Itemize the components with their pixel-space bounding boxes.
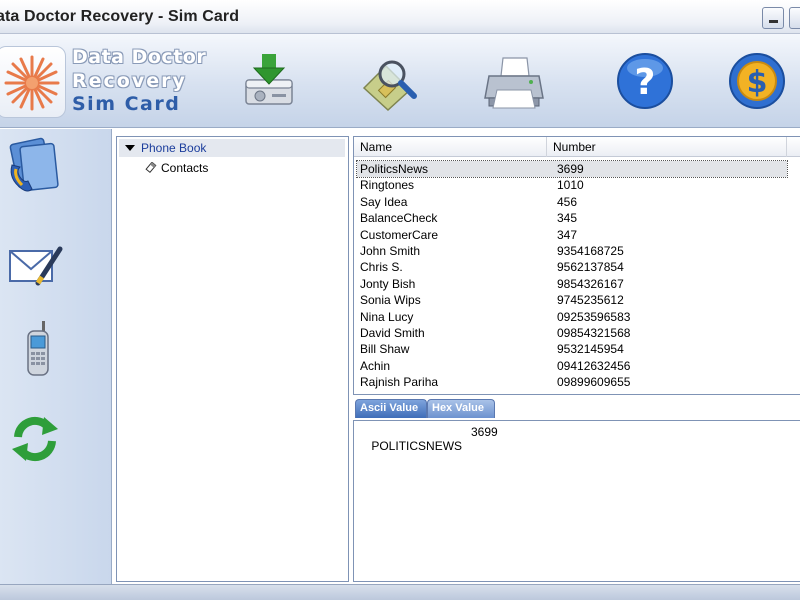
cell-number: 09253596583 xyxy=(557,309,631,324)
refresh-icon[interactable] xyxy=(4,407,66,469)
cell-number: 09412632456 xyxy=(557,358,631,373)
contacts-list: Name Number PoliticsNews 3699 Ringtones 101… xyxy=(353,136,800,395)
tab-ascii-value[interactable]: Ascii Value xyxy=(355,399,427,418)
table-row[interactable]: Chris S. 9562137854 xyxy=(357,259,787,275)
cell-name: Jonty Bish xyxy=(360,276,416,291)
table-row[interactable]: Jonty Bish 9854326167 xyxy=(357,276,787,292)
left-icon-bar xyxy=(0,129,112,584)
cell-name: David Smith xyxy=(360,326,425,340)
status-bar xyxy=(0,584,800,600)
cell-number: 09899609655 xyxy=(557,375,631,390)
app-logo-text: Data Doctor Recovery Sim Card xyxy=(72,48,206,114)
maximize-button[interactable] xyxy=(789,7,800,29)
buy-icon[interactable]: $ xyxy=(726,50,788,112)
cell-name: Ringtones xyxy=(360,178,415,193)
cell-name: Say Idea xyxy=(360,194,408,209)
cell-number: 9745235612 xyxy=(557,293,624,308)
expand-caret-icon[interactable] xyxy=(125,145,135,152)
tree-node-label: Contacts xyxy=(161,161,209,175)
window-title: ata Doctor Recovery - Sim Card xyxy=(0,8,240,25)
table-row[interactable]: David Smith 09854321568 xyxy=(357,325,787,341)
cell-number: 9532145954 xyxy=(557,342,624,357)
cell-name: CustomerCare xyxy=(360,227,439,242)
title-bar: ata Doctor Recovery - Sim Card xyxy=(0,0,800,34)
table-row[interactable]: John Smith 9354168725 xyxy=(357,243,787,259)
svg-text:?: ? xyxy=(635,62,656,103)
svg-text:$: $ xyxy=(747,65,768,100)
cell-name: Bill Shaw xyxy=(360,342,410,357)
column-header-number[interactable]: Number xyxy=(547,137,787,157)
logo-line-3: Sim Card xyxy=(72,93,181,115)
detail-number-value: 3699 xyxy=(471,425,498,439)
contact-node-icon xyxy=(145,161,157,174)
tree-node-contacts[interactable]: Contacts xyxy=(145,159,208,177)
detail-panel: POLITICSNEWS 3699 xyxy=(353,420,800,582)
cell-name: Chris S. xyxy=(360,260,403,275)
cell-number: 347 xyxy=(557,227,578,242)
table-row[interactable]: BalanceCheck 345 xyxy=(357,210,787,226)
contacts-icon[interactable] xyxy=(4,135,66,197)
toolbar: Data Doctor Recovery Sim Card ? $ xyxy=(0,34,800,128)
save-icon[interactable] xyxy=(238,50,300,112)
table-row[interactable]: CustomerCare 347 xyxy=(357,227,787,243)
tree-node-phone-book[interactable]: Phone Book xyxy=(119,139,345,157)
cell-name: John Smith xyxy=(360,244,421,258)
table-row[interactable]: Say Idea 456 xyxy=(357,194,787,210)
message-icon[interactable] xyxy=(4,237,66,299)
cell-number: 09854321568 xyxy=(557,326,631,340)
cell-number: 9354168725 xyxy=(557,244,624,258)
cell-name: PoliticsNews xyxy=(360,162,429,176)
cell-name: Sonia Wips xyxy=(360,293,421,308)
tree-node-label: Phone Book xyxy=(141,141,207,155)
search-icon[interactable] xyxy=(358,50,420,112)
cell-number: 1010 xyxy=(557,178,584,193)
detail-name-value: POLITICSNEWS xyxy=(371,439,463,453)
table-row[interactable]: Achin 09412632456 xyxy=(357,358,787,374)
table-row[interactable]: Nina Lucy 09253596583 xyxy=(357,309,787,325)
app-logo-icon xyxy=(0,46,66,118)
table-row[interactable]: Bill Shaw 9532145954 xyxy=(357,341,787,357)
cell-number: 9562137854 xyxy=(557,260,624,275)
cell-name: BalanceCheck xyxy=(360,211,438,226)
cell-name: Rajnish Pariha xyxy=(360,375,439,390)
cell-number: 456 xyxy=(557,194,578,209)
help-icon[interactable]: ? xyxy=(614,50,676,112)
tab-hex-value[interactable]: Hex Value xyxy=(427,399,495,418)
tree-panel: Phone Book Contacts xyxy=(116,136,349,582)
mobile-phone-icon[interactable] xyxy=(4,319,66,381)
cell-number: 3699 xyxy=(557,162,584,176)
print-icon[interactable] xyxy=(483,50,545,112)
table-row[interactable]: Sonia Wips 9745235612 xyxy=(357,292,787,308)
cell-number: 345 xyxy=(557,211,578,226)
cell-name: Achin xyxy=(360,358,391,373)
column-header-name[interactable]: Name xyxy=(354,137,547,157)
logo-line-1: Data Doctor xyxy=(72,46,207,68)
list-header: Name Number xyxy=(354,137,800,157)
table-row[interactable]: Ringtones 1010 xyxy=(357,177,787,193)
logo-line-2: Recovery xyxy=(72,70,187,92)
cell-number: 9854326167 xyxy=(557,276,624,291)
cell-name: Nina Lucy xyxy=(360,309,414,324)
table-row[interactable]: PoliticsNews 3699 xyxy=(356,160,788,178)
minimize-button[interactable] xyxy=(762,7,784,29)
detail-content: POLITICSNEWS 3699 xyxy=(358,425,497,467)
table-row[interactable]: Rajnish Pariha 09899609655 xyxy=(357,374,787,390)
